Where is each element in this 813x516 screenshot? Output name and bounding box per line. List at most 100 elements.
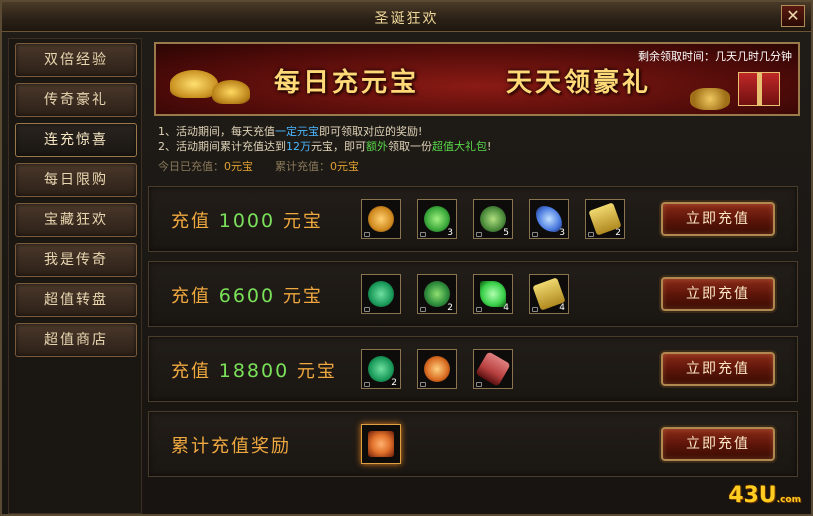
- tier-suffix: 元宝: [282, 286, 323, 307]
- description-highlight: 超值大礼包: [432, 140, 487, 153]
- item-count: 3: [447, 228, 453, 238]
- reward-item[interactable]: 2: [361, 349, 401, 389]
- recharge-stats: 今日已充值：0元宝 累计充值：0元宝: [158, 158, 359, 174]
- blue-wing-icon: [536, 206, 562, 232]
- item-count: 4: [559, 303, 565, 313]
- tier-label: 累计充值奖励: [171, 432, 291, 458]
- description-text: 1、活动期间，每天充值: [158, 125, 275, 138]
- fire-orb-icon: [424, 356, 450, 382]
- tier-label: 充值 18800 元宝: [171, 357, 337, 383]
- sidebar: 双倍经验 传奇豪礼 连充惊喜 每日限购 宝藏狂欢 我是传奇 超值转盘 超值商店: [8, 38, 142, 514]
- reward-item[interactable]: 3: [529, 199, 569, 239]
- total-recharge-label: 累计充值：: [275, 160, 330, 173]
- reward-item[interactable]: 2: [585, 199, 625, 239]
- recharge-now-button[interactable]: 立即充值: [661, 427, 775, 461]
- sidebar-item-daily-limited[interactable]: 每日限购: [15, 163, 137, 197]
- sidebar-item-legend-gift[interactable]: 传奇豪礼: [15, 83, 137, 117]
- lock-icon: [364, 382, 370, 387]
- sidebar-item-continuous-recharge[interactable]: 连充惊喜: [15, 123, 137, 157]
- event-description: 1、活动期间，每天充值一定元宝即可领取对应的奖励! 2、活动期间累计充值达到12…: [158, 124, 491, 154]
- lock-icon: [532, 307, 538, 312]
- tier-amount: 18800: [218, 360, 290, 382]
- sidebar-item-value-wheel[interactable]: 超值转盘: [15, 283, 137, 317]
- title-bar: 圣诞狂欢 ✕: [2, 2, 811, 32]
- tier-prefix: 充值: [171, 361, 211, 382]
- description-line-2: 2、活动期间累计充值达到12万元宝，即可额外领取一份超值大礼包!: [158, 139, 491, 154]
- sidebar-item-i-am-legend[interactable]: 我是传奇: [15, 243, 137, 277]
- description-highlight: 12万: [286, 140, 311, 153]
- main-panel: 每日充元宝 天天领豪礼 剩余领取时间：几天几时几分钟 1、活动期间，每天充值一定…: [148, 38, 810, 514]
- lock-icon: [476, 382, 482, 387]
- event-banner: 每日充元宝 天天领豪礼 剩余领取时间：几天几时几分钟: [154, 42, 800, 116]
- reward-item[interactable]: 4: [529, 274, 569, 314]
- tier-prefix: 累计充值奖励: [171, 436, 291, 457]
- description-text: !: [487, 140, 492, 153]
- tier-label: 充值 6600 元宝: [171, 282, 323, 308]
- reward-item[interactable]: 4: [473, 274, 513, 314]
- green-dragon-orb-icon: [480, 206, 506, 232]
- lock-icon: [532, 232, 538, 237]
- sidebar-item-treasure-carnival[interactable]: 宝藏狂欢: [15, 203, 137, 237]
- green-gem-icon: [424, 206, 450, 232]
- reward-item[interactable]: [417, 349, 457, 389]
- remaining-time: 剩余领取时间：几天几时几分钟: [638, 48, 792, 64]
- reward-item[interactable]: 5: [473, 199, 513, 239]
- description-text: 元宝，即可: [311, 140, 366, 153]
- lock-icon: [476, 307, 482, 312]
- window-title: 圣诞狂欢: [374, 11, 439, 27]
- lock-icon: [420, 382, 426, 387]
- item-count: 2: [447, 303, 453, 313]
- remaining-time-value: 几天几时几分钟: [715, 50, 792, 63]
- recharge-now-button[interactable]: 立即充值: [661, 277, 775, 311]
- emerald-gem-icon: [368, 356, 394, 382]
- reward-tier-row: 充值 6600 元宝 2 4 4 立即充值: [148, 261, 798, 327]
- recharge-now-button[interactable]: 立即充值: [661, 352, 775, 386]
- lock-icon: [364, 307, 370, 312]
- lock-icon: [476, 232, 482, 237]
- tier-prefix: 充值: [171, 211, 211, 232]
- item-count: 4: [503, 303, 509, 313]
- gold-ingot-icon: [170, 70, 218, 98]
- coin-pile-icon: [690, 88, 730, 110]
- orange-orb-icon: [368, 206, 394, 232]
- banner-title-left: 每日充元宝: [274, 68, 420, 98]
- reward-item[interactable]: [361, 424, 401, 464]
- green-orb-stand-icon: [424, 281, 450, 307]
- close-button[interactable]: ✕: [781, 5, 805, 27]
- tier-amount: 6600: [218, 285, 276, 307]
- description-line-1: 1、活动期间，每天充值一定元宝即可领取对应的奖励!: [158, 124, 491, 139]
- tier-prefix: 充值: [171, 286, 211, 307]
- item-count: 3: [559, 228, 565, 238]
- description-text: 领取一份: [388, 140, 432, 153]
- description-text: 即可领取对应的奖励!: [319, 125, 423, 138]
- tier-suffix: 元宝: [282, 211, 323, 232]
- lock-icon: [588, 232, 594, 237]
- logo-text: 43U: [728, 483, 777, 508]
- recharge-now-button[interactable]: 立即充值: [661, 202, 775, 236]
- reward-item[interactable]: 2: [417, 274, 457, 314]
- item-count: 2: [615, 228, 621, 238]
- sidebar-item-double-exp[interactable]: 双倍经验: [15, 43, 137, 77]
- total-recharge-value: 0元宝: [330, 160, 359, 173]
- emerald-gem-icon: [368, 281, 394, 307]
- description-highlight: 一定元宝: [275, 125, 319, 138]
- sidebar-item-value-shop[interactable]: 超值商店: [15, 323, 137, 357]
- description-highlight: 额外: [366, 140, 388, 153]
- remaining-time-label: 剩余领取时间：: [638, 50, 715, 63]
- item-count: 5: [503, 228, 509, 238]
- tier-suffix: 元宝: [296, 361, 337, 382]
- description-text: 2、活动期间累计充值达到: [158, 140, 286, 153]
- event-window: 圣诞狂欢 ✕ 双倍经验 传奇豪礼 连充惊喜 每日限购 宝藏狂欢 我是传奇 超值转…: [0, 0, 813, 516]
- reward-item[interactable]: [473, 349, 513, 389]
- reward-tier-row: 累计充值奖励 立即充值: [148, 411, 798, 477]
- reward-tier-row: 充值 18800 元宝 2 立即充值: [148, 336, 798, 402]
- green-crystal-icon: [480, 281, 506, 307]
- reward-item[interactable]: [361, 274, 401, 314]
- today-recharge-value: 0元宝: [224, 160, 253, 173]
- reward-item[interactable]: [361, 199, 401, 239]
- site-logo: 43U.com: [728, 483, 801, 508]
- banner-title-right: 天天领豪礼: [506, 68, 652, 98]
- reward-item[interactable]: 3: [417, 199, 457, 239]
- lock-icon: [420, 232, 426, 237]
- lock-icon: [364, 232, 370, 237]
